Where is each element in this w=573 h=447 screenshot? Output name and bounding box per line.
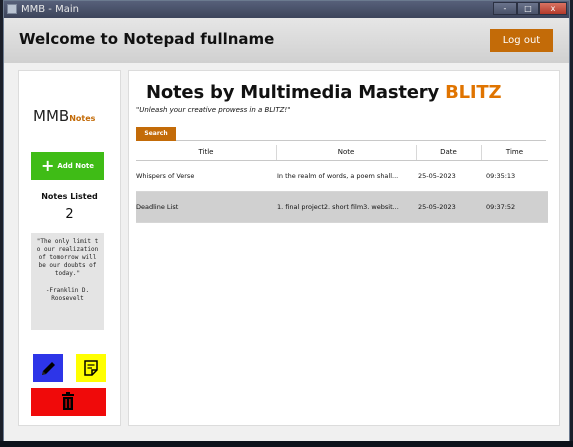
cell-note: 1. final project2. short film3. websit..… bbox=[277, 203, 399, 211]
quote-text: "The only limit t o our realization of t… bbox=[36, 238, 99, 277]
app-icon bbox=[7, 4, 17, 14]
plus-icon: + bbox=[40, 156, 55, 175]
note-button[interactable] bbox=[76, 354, 106, 382]
cell-date: 25-05-2023 bbox=[418, 203, 456, 211]
column-header-title[interactable]: Title bbox=[136, 145, 276, 160]
logout-button[interactable]: Log out bbox=[490, 29, 553, 52]
notes-table: Title Note Date Time Whispers of Verse I… bbox=[136, 145, 548, 223]
tagline: "Unleash your creative prowess in a BLIT… bbox=[136, 106, 291, 114]
trash-icon bbox=[62, 392, 74, 410]
search-button[interactable]: Search bbox=[136, 127, 176, 141]
quote-author: -Franklin D. Roosevelt bbox=[45, 287, 90, 302]
notes-panel: Notes by Multimedia Mastery BLITZ "Unlea… bbox=[128, 70, 560, 426]
edit-button[interactable] bbox=[33, 354, 63, 382]
main-window: MMB - Main - □ x Welcome to Notepad full… bbox=[3, 0, 570, 442]
title-bar[interactable]: MMB - Main - □ x bbox=[4, 1, 569, 18]
cell-note: In the realm of words, a poem shall... bbox=[277, 172, 399, 180]
cell-time: 09:35:13 bbox=[486, 172, 516, 180]
page-title-accent: BLITZ bbox=[445, 82, 502, 103]
close-button[interactable]: x bbox=[539, 2, 567, 15]
table-header: Title Note Date Time bbox=[136, 145, 548, 161]
sidebar: MMBNotes + Add Note Notes Listed 2 "The o… bbox=[18, 70, 121, 426]
add-note-button[interactable]: + Add Note bbox=[31, 152, 104, 180]
logo-sub-text: Notes bbox=[69, 114, 96, 123]
cell-time: 09:37:52 bbox=[486, 203, 516, 211]
column-header-note[interactable]: Note bbox=[276, 145, 416, 160]
cell-title: Whispers of Verse bbox=[136, 172, 195, 180]
column-header-time[interactable]: Time bbox=[481, 145, 548, 160]
pencil-icon bbox=[42, 362, 55, 375]
quote-box: "The only limit t o our realization of t… bbox=[31, 233, 104, 330]
logo-main-text: MMB bbox=[33, 107, 70, 125]
table-row[interactable]: Whispers of Verse In the realm of words,… bbox=[136, 161, 548, 192]
content-area: MMBNotes + Add Note Notes Listed 2 "The o… bbox=[4, 63, 569, 442]
maximize-button[interactable]: □ bbox=[517, 2, 539, 15]
add-note-label: Add Note bbox=[57, 162, 95, 170]
page-title: Notes by Multimedia Mastery BLITZ bbox=[146, 82, 501, 103]
cell-date: 25-05-2023 bbox=[418, 172, 456, 180]
header-bar: Welcome to Notepad fullname Log out bbox=[4, 18, 569, 63]
minimize-button[interactable]: - bbox=[493, 2, 517, 15]
delete-button[interactable] bbox=[31, 388, 106, 416]
window-title: MMB - Main bbox=[21, 4, 79, 15]
search-input[interactable] bbox=[176, 140, 546, 141]
sticky-note-icon bbox=[84, 360, 98, 376]
logo: MMBNotes bbox=[33, 107, 95, 125]
cell-title: Deadline List bbox=[136, 203, 179, 211]
column-header-date[interactable]: Date bbox=[416, 145, 481, 160]
table-row[interactable]: Deadline List 1. final project2. short f… bbox=[136, 192, 548, 223]
desktop-taskbar-strip bbox=[0, 441, 573, 447]
notes-listed-count: 2 bbox=[65, 207, 74, 222]
welcome-text: Welcome to Notepad fullname bbox=[19, 30, 275, 48]
notes-listed-label: Notes Listed bbox=[41, 192, 98, 201]
page-title-prefix: Notes by Multimedia Mastery bbox=[146, 82, 446, 103]
